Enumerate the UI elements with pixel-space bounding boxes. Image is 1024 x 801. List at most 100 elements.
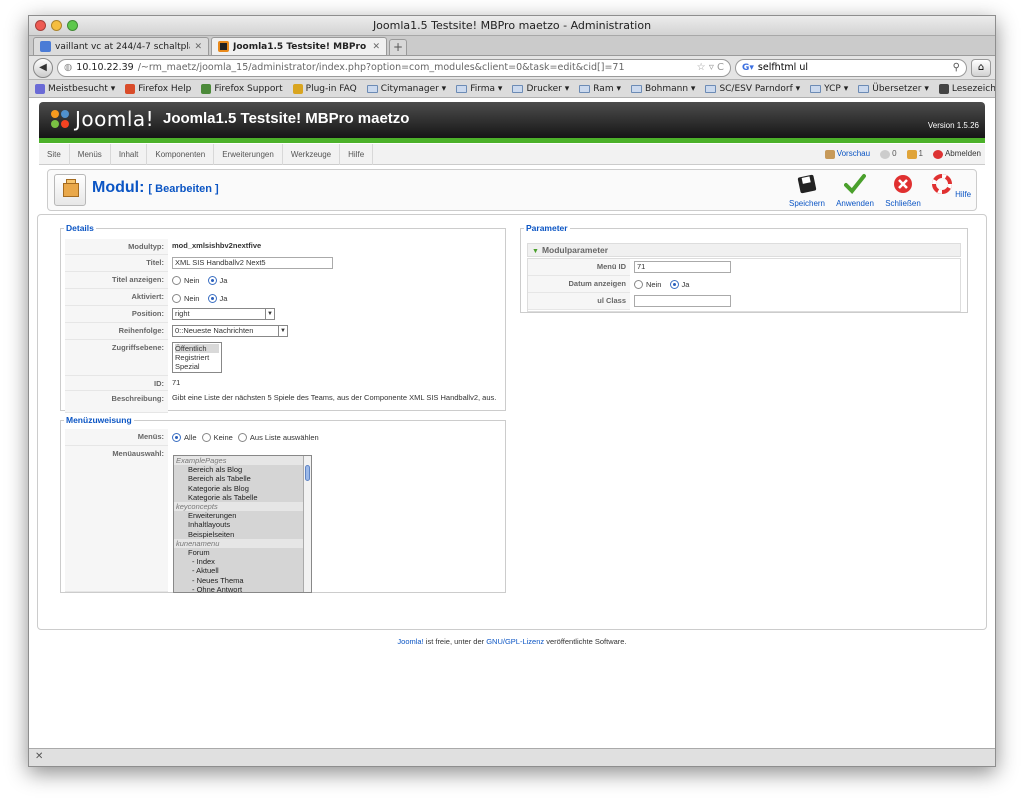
bookmarks-menu[interactable]: Lesezeichen ▾ xyxy=(938,83,996,94)
bookmark-item[interactable]: Citymanager ▾ xyxy=(366,84,446,94)
folder-icon xyxy=(456,84,468,93)
url-bar[interactable]: ◍ 10.10.22.39/~rm_maetz/joomla_15/admini… xyxy=(57,58,731,77)
show-title-no-radio[interactable] xyxy=(172,276,181,285)
bookmarks-menu-label: Lesezeichen ▾ xyxy=(951,83,996,94)
menu-site[interactable]: Site xyxy=(39,143,70,165)
joomla-logo-text: Joomla! xyxy=(75,107,155,131)
gpl-license-link[interactable]: GNU/GPL-Lizenz xyxy=(486,637,544,646)
search-icon[interactable]: ⚲ xyxy=(953,62,960,73)
parameter-table: Menü ID 71 Datum anzeigen Nein Ja ul Cla… xyxy=(527,258,961,312)
access-option[interactable]: Öffentlich xyxy=(175,344,219,353)
menu-group-label: keyconcepts xyxy=(174,502,311,512)
access-option[interactable]: Registriert xyxy=(175,353,219,362)
status-close-icon[interactable]: ✕ xyxy=(35,751,43,762)
bookmark-item[interactable]: Firefox Help xyxy=(125,83,191,94)
bookmark-item[interactable]: Plug-in FAQ xyxy=(292,83,357,94)
site-identity-icon[interactable]: ◍ xyxy=(64,62,72,73)
close-tab-icon[interactable]: ✕ xyxy=(194,42,202,52)
bookmark-item[interactable]: Drucker ▾ xyxy=(512,84,569,94)
menu-option[interactable]: Kategorie als Blog xyxy=(174,484,311,493)
row-datum: Datum anzeigen Nein Ja xyxy=(528,276,960,293)
close-tab-icon[interactable]: ✕ xyxy=(372,42,380,52)
apply-button[interactable]: Anwenden xyxy=(832,173,878,208)
messages-count[interactable]: 0 xyxy=(880,149,897,159)
bookmark-item[interactable]: YCP ▾ xyxy=(810,84,848,94)
footer-text-1: ist freie, unter der xyxy=(423,637,487,646)
tab-joomla[interactable]: Joomla1.5 Testsite! MBPro maet... ✕ xyxy=(211,37,387,55)
ul-class-input[interactable] xyxy=(634,295,731,307)
tab-vaillant[interactable]: vaillant vc at 244/4-7 schaltpla... ✕ xyxy=(33,37,209,55)
logout-icon xyxy=(932,149,943,159)
bookmark-item[interactable]: Firefox Support xyxy=(201,83,283,94)
help-button[interactable]: Hilfe xyxy=(928,173,974,208)
menu-id-input[interactable]: 71 xyxy=(634,261,731,273)
ordering-select[interactable]: 0::Neueste Nachrichten ▼ xyxy=(172,325,288,337)
menu-content[interactable]: Inhalt xyxy=(111,143,148,165)
listbox-scrollbar[interactable] xyxy=(303,456,311,592)
preview-link[interactable]: Vorschau xyxy=(824,149,870,159)
bookmark-item[interactable]: Firma ▾ xyxy=(456,84,502,94)
google-search-engine-icon[interactable]: G▾ xyxy=(742,63,754,73)
logout-link[interactable]: Abmelden xyxy=(932,149,981,159)
menu-group-label: kunenamenu xyxy=(174,538,311,549)
show-date-yes-label: Ja xyxy=(681,280,690,289)
menu-option[interactable]: - Ohne Antwort xyxy=(174,585,311,592)
folder-icon xyxy=(705,84,717,93)
row-zugriff: Zugriffsebene: Öffentlich Registriert Sp… xyxy=(65,340,501,376)
menus-all-radio[interactable] xyxy=(172,433,181,442)
menu-extensions[interactable]: Erweiterungen xyxy=(214,143,283,165)
search-input[interactable]: selfhtml ul xyxy=(758,62,808,73)
menu-option[interactable]: Bereich als Tabelle xyxy=(174,474,311,483)
menu-selection-listbox[interactable]: ExamplePages Bereich als Blog Bereich als … xyxy=(173,455,312,593)
enabled-yes-radio[interactable] xyxy=(207,294,217,303)
search-bar[interactable]: G▾ selfhtml ul ⚲ xyxy=(735,58,967,77)
id-label: ID: xyxy=(65,376,168,391)
close-button[interactable]: Schließen xyxy=(880,173,926,208)
bookmark-item[interactable]: Übersetzer ▾ xyxy=(858,84,929,94)
menu-option[interactable]: Forum xyxy=(174,548,311,557)
position-select[interactable]: right ▼ xyxy=(172,308,275,320)
joomla-link[interactable]: Joomla! xyxy=(397,637,423,646)
show-title-yes-radio[interactable] xyxy=(207,276,217,285)
menu-option[interactable]: Bereich als Blog xyxy=(174,465,311,474)
show-date-no-radio[interactable] xyxy=(634,280,643,289)
save-button[interactable]: Speichern xyxy=(784,173,830,208)
bookmark-item[interactable]: SC/ESV Parndorf ▾ xyxy=(705,84,800,94)
menu-tools[interactable]: Werkzeuge xyxy=(283,143,341,165)
menu-option[interactable]: - Neues Thema xyxy=(174,576,311,585)
menu-option[interactable]: Erweiterungen xyxy=(174,511,311,520)
menu-option[interactable]: Kategorie als Tabelle xyxy=(174,493,311,502)
modultyp-value: mod_xmlsishbv2nextfive xyxy=(172,241,262,250)
back-button[interactable]: ◀ xyxy=(33,57,53,78)
menus-none-radio[interactable] xyxy=(201,433,211,442)
menu-components[interactable]: Komponenten xyxy=(147,143,215,165)
access-listbox[interactable]: Öffentlich Registriert Spezial xyxy=(172,342,222,373)
menu-help[interactable]: Hilfe xyxy=(340,143,374,165)
scrollbar-thumb[interactable] xyxy=(305,465,310,481)
bookmark-item[interactable]: Ram ▾ xyxy=(579,84,621,94)
new-tab-button[interactable]: + xyxy=(389,39,407,55)
menu-option[interactable]: Inhaltlayouts xyxy=(174,520,311,529)
access-option[interactable]: Spezial xyxy=(175,362,219,371)
show-date-yes-radio[interactable] xyxy=(669,280,679,289)
floppy-save-icon xyxy=(797,174,817,194)
menu-menus[interactable]: Menüs xyxy=(70,143,111,165)
bookmarks-toolbar: Meistbesucht ▾ Firefox Help Firefox Suppor… xyxy=(29,80,995,98)
close-circle-icon xyxy=(894,175,912,193)
row-beschreibung: Beschreibung: Gibt eine Liste der nächst… xyxy=(65,391,501,413)
bookmark-item[interactable]: Meistbesucht ▾ xyxy=(35,83,115,94)
menu-option[interactable]: - Aktuell xyxy=(174,566,311,575)
title-input[interactable]: XML SIS Handballv2 Next5 xyxy=(172,257,333,269)
bookmark-star-icon[interactable]: ☆ ▿ C xyxy=(697,62,724,73)
home-button[interactable]: ⌂ xyxy=(971,58,991,77)
joomla-logo[interactable]: Joomla! xyxy=(49,107,154,131)
menu-option[interactable]: - Index xyxy=(174,557,311,566)
show-title-label: Titel anzeigen: xyxy=(65,272,168,289)
enabled-no-radio[interactable] xyxy=(172,294,181,303)
menu-option[interactable]: Beispielseiten xyxy=(174,530,311,539)
ul-class-label: ul Class xyxy=(528,293,630,310)
bookmark-item[interactable]: Bohmann ▾ xyxy=(630,84,695,94)
menus-select-radio[interactable] xyxy=(237,433,247,442)
module-parameters-header[interactable]: ▼ Modulparameter xyxy=(527,243,961,257)
users-value: 1 xyxy=(918,149,923,159)
